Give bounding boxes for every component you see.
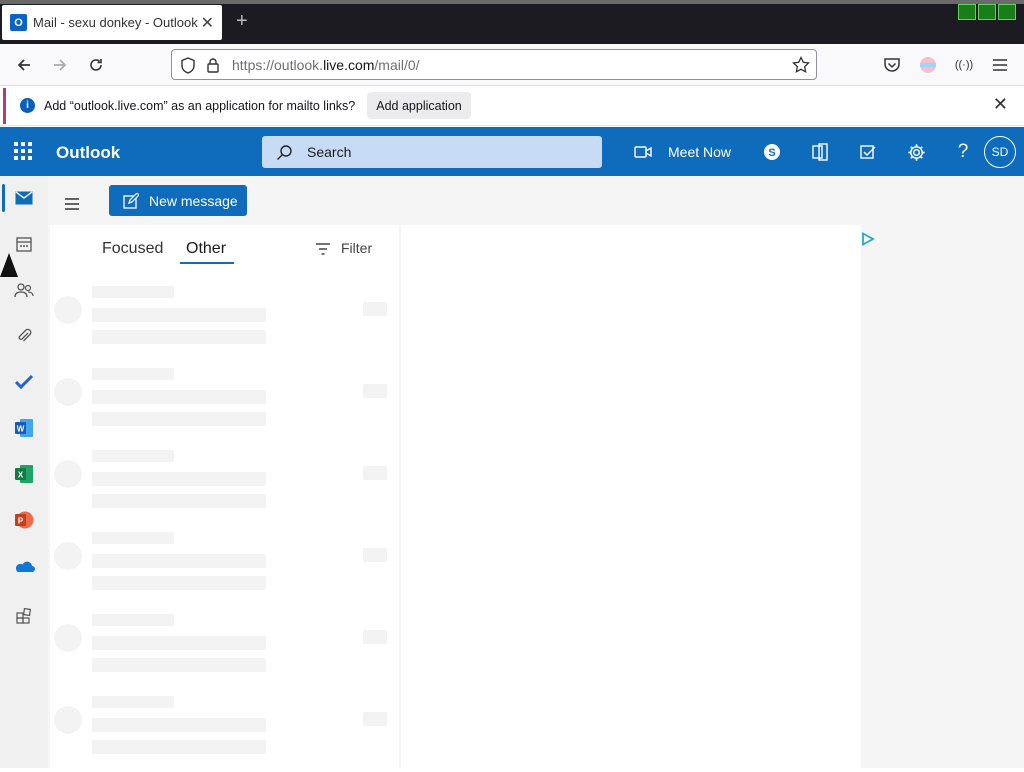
excel-icon[interactable]: X: [12, 462, 36, 486]
profile-icon[interactable]: [916, 53, 940, 77]
list-item: [50, 526, 399, 608]
search-icon: [277, 144, 292, 160]
notification-accent: [3, 88, 6, 124]
reload-button[interactable]: [84, 53, 108, 77]
svg-text:X: X: [18, 471, 24, 480]
extension-icon[interactable]: ((·)): [952, 53, 976, 77]
filter-button[interactable]: Filter: [315, 240, 372, 256]
list-item: [50, 608, 399, 690]
pocket-icon[interactable]: [880, 53, 904, 77]
top-line: [0, 0, 1024, 4]
search-box[interactable]: Search: [262, 136, 602, 168]
browser-tab-bar: O Mail - sexu donkey - Outlook ✕ +: [0, 0, 1024, 44]
apps-icon[interactable]: [12, 604, 36, 628]
search-placeholder: Search: [307, 144, 352, 160]
my-day-icon[interactable]: [857, 141, 879, 163]
notification-message: Add “outlook.live.com” as an application…: [44, 99, 356, 113]
tab-close-icon[interactable]: ✕: [201, 13, 214, 33]
avatar[interactable]: SD: [984, 136, 1016, 168]
list-item: [50, 444, 399, 526]
onedrive-icon[interactable]: [12, 554, 36, 578]
url-text: https://outlook.live.com/mail/0/: [232, 56, 420, 73]
ad-pane: [861, 225, 1024, 768]
settings-gear-icon[interactable]: [905, 141, 927, 163]
list-item: [50, 280, 399, 362]
new-tab-button[interactable]: +: [236, 10, 248, 33]
compose-icon: [123, 192, 139, 209]
office-icon[interactable]: [809, 141, 831, 163]
app-launcher-icon[interactable]: [14, 142, 32, 160]
reading-pane: [401, 225, 861, 768]
address-bar[interactable]: https://outlook.live.com/mail/0/: [171, 49, 817, 80]
lock-icon[interactable]: [206, 57, 220, 74]
powerpoint-icon[interactable]: P: [12, 508, 36, 532]
svg-text:S: S: [768, 147, 775, 159]
close-notification-icon[interactable]: ✕: [993, 94, 1008, 115]
message-list: Focused Other Filter: [50, 225, 399, 768]
shield-icon[interactable]: [180, 57, 196, 74]
outlook-brand[interactable]: Outlook: [56, 143, 120, 163]
browser-navbar: https://outlook.live.com/mail/0/ ((·)): [0, 44, 1024, 86]
outlook-header: Outlook Search Meet Now S ? SD: [0, 127, 1024, 176]
list-item: [50, 362, 399, 444]
new-message-button[interactable]: New message: [109, 185, 247, 216]
mouse-cursor: [0, 253, 18, 277]
back-button[interactable]: [12, 53, 36, 77]
active-tab-underline: [180, 262, 234, 264]
menu-icon[interactable]: [988, 53, 1012, 77]
people-icon[interactable]: [12, 278, 36, 302]
help-icon[interactable]: ?: [952, 141, 974, 163]
rail-active-indicator: [2, 184, 5, 212]
mailto-notification-bar: i Add “outlook.live.com” as an applicati…: [0, 86, 1024, 126]
new-message-label: New message: [149, 192, 238, 209]
ad-choices-icon[interactable]: [861, 232, 875, 246]
browser-tab[interactable]: O Mail - sexu donkey - Outlook ✕: [2, 5, 222, 40]
info-icon: i: [20, 98, 35, 113]
filter-icon: [316, 243, 330, 255]
main-area: New message Focused Other Filter: [48, 176, 1024, 768]
add-application-button[interactable]: Add application: [367, 92, 471, 119]
video-camera-icon[interactable]: [632, 141, 654, 163]
hamburger-menu-icon[interactable]: [64, 194, 80, 215]
forward-button[interactable]: [48, 53, 72, 77]
list-item: [50, 690, 399, 772]
window-controls[interactable]: [958, 4, 1016, 20]
word-icon[interactable]: W: [12, 416, 36, 440]
attachment-icon[interactable]: [12, 324, 36, 348]
tab-other[interactable]: Other: [186, 240, 226, 258]
tab-title: Mail - sexu donkey - Outlook: [33, 15, 198, 30]
bookmark-star-icon[interactable]: [792, 56, 810, 74]
meet-now-button[interactable]: Meet Now: [668, 144, 731, 160]
todo-icon[interactable]: [12, 370, 36, 394]
outlook-favicon-icon: O: [10, 14, 27, 31]
mail-icon[interactable]: [12, 186, 36, 210]
svg-text:P: P: [18, 517, 24, 526]
skype-icon[interactable]: S: [761, 141, 783, 163]
svg-text:W: W: [17, 425, 25, 434]
tab-focused[interactable]: Focused: [102, 240, 163, 258]
